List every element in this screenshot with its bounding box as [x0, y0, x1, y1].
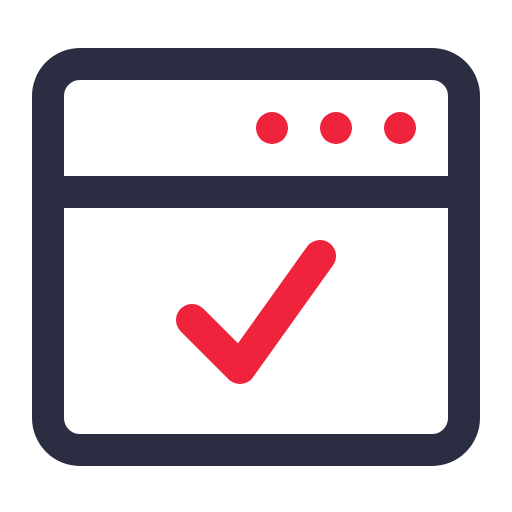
window-dot-icon — [256, 112, 288, 144]
window-controls — [256, 112, 416, 144]
icon-canvas — [0, 0, 512, 512]
browser-window-check-icon — [32, 48, 480, 466]
window-dot-icon — [384, 112, 416, 144]
window-dot-icon — [320, 112, 352, 144]
